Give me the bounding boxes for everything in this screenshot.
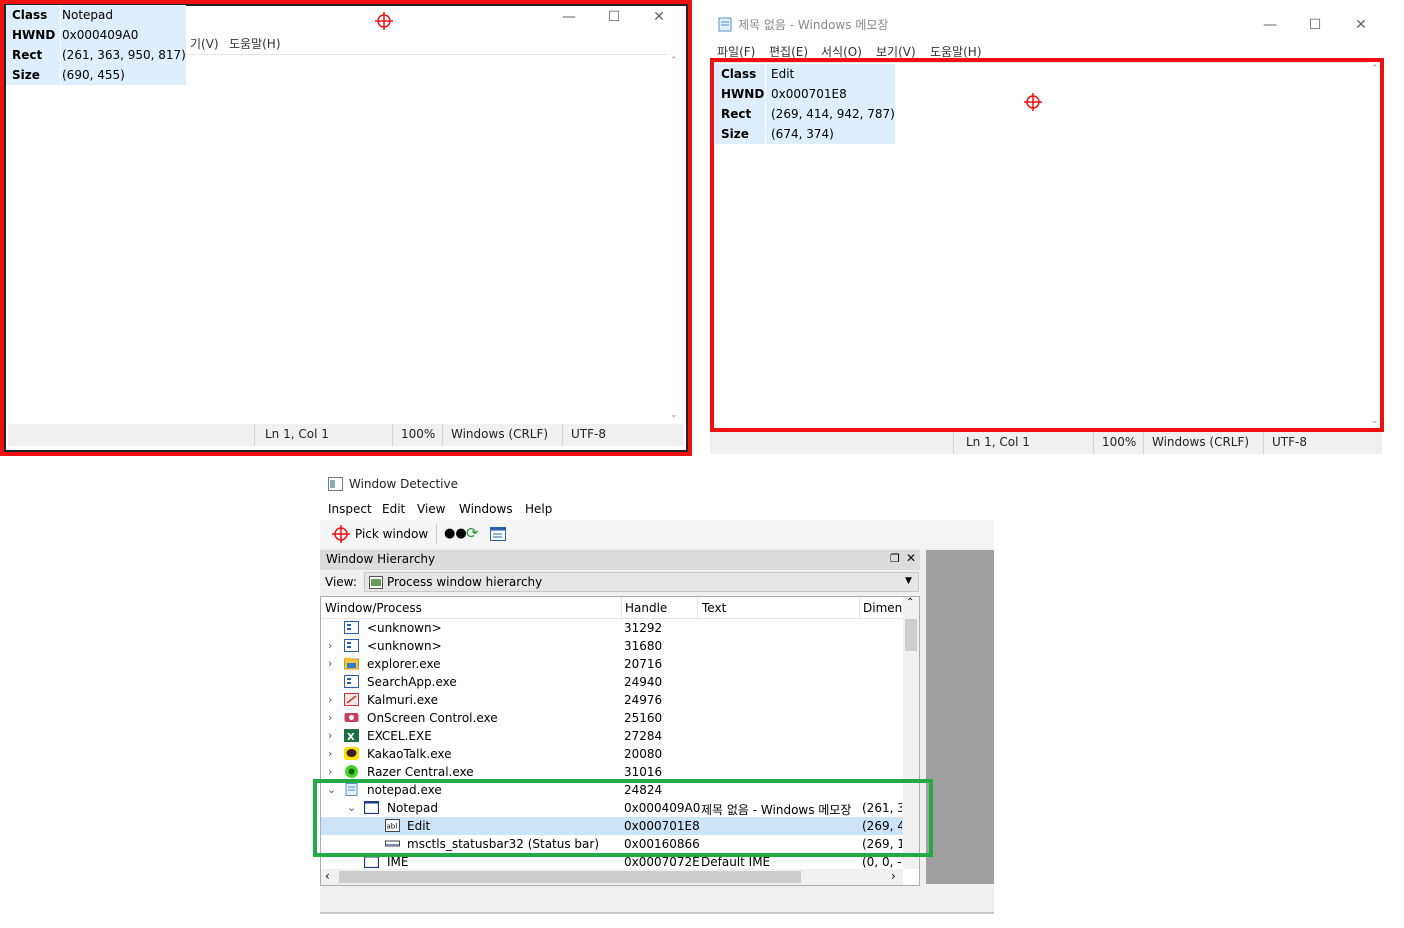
crosshair-icon [332, 525, 350, 543]
maximize-button[interactable]: ☐ [1292, 12, 1338, 38]
properties-icon[interactable] [490, 526, 506, 542]
tree-row[interactable]: SearchApp.exe 24940 [321, 673, 903, 691]
title-bar[interactable]: Window Detective [320, 470, 994, 498]
status-zoom: 100% [1102, 435, 1137, 449]
title-bar[interactable]: 제목 없음 - Windows 메모장 — ☐ ✕ [710, 8, 1386, 40]
window-icon [344, 639, 359, 652]
info-row-rect: Rect (269, 414, 942, 787) [721, 107, 895, 121]
tree-row[interactable]: › explorer.exe 20716 [321, 655, 903, 673]
view-value: Process window hierarchy [387, 575, 543, 589]
excel-icon: X [344, 729, 359, 742]
scroll-up-arrow-icon[interactable]: ⌃ [906, 597, 914, 608]
panel-header: Window Hierarchy ❐ ✕ [320, 550, 920, 570]
col-dimensions[interactable]: Dimens [863, 601, 903, 615]
app-icon [328, 477, 343, 491]
window-title: Window Detective [349, 477, 458, 491]
chevron-right-icon[interactable]: › [328, 657, 338, 670]
scroll-right-arrow-icon[interactable]: › [891, 869, 896, 883]
window-icon [344, 675, 359, 688]
notepad-icon [718, 17, 732, 32]
info-row-class: Class Edit [721, 67, 795, 81]
chevron-right-icon[interactable]: › [328, 747, 338, 760]
kakaotalk-icon [344, 747, 359, 760]
binoculars-icon[interactable]: ●● [444, 526, 467, 542]
tree-header: Window/Process Handle Text Dimens [321, 597, 903, 619]
tree-horizontal-scrollbar[interactable]: ‹ › [321, 869, 903, 885]
crosshair-icon [1024, 93, 1042, 111]
menu-windows[interactable]: Windows [459, 502, 513, 516]
float-panel-icon[interactable]: ❐ [890, 552, 900, 565]
status-bar: Ln 1, Col 1 100% Windows (CRLF) UTF-8 [710, 432, 1382, 454]
chevron-right-icon[interactable]: › [328, 765, 338, 778]
scroll-thumb[interactable] [905, 619, 917, 651]
razer-icon [345, 765, 358, 778]
info-row-hwnd: HWND 0x000701E8 [721, 87, 847, 101]
view-row: View: Process window hierarchy ▼ [320, 570, 920, 594]
tree-row[interactable]: › Kalmuri.exe 24976 [321, 691, 903, 709]
highlight-box-tree-selection [313, 779, 933, 857]
kalmuri-icon [344, 693, 359, 706]
close-panel-icon[interactable]: ✕ [906, 551, 916, 565]
col-handle[interactable]: Handle [625, 601, 667, 615]
menu-view[interactable]: View [417, 502, 445, 516]
window-icon [344, 621, 359, 634]
menu-inspect[interactable]: Inspect [328, 502, 372, 516]
chevron-right-icon[interactable]: › [328, 639, 338, 652]
folder-icon [344, 657, 359, 670]
tree-row[interactable]: › X EXCEL.EXE 27284 [321, 727, 903, 745]
process-icon [369, 576, 383, 589]
view-label: View: [325, 575, 357, 589]
window-title: 제목 없음 - Windows 메모장 [738, 18, 889, 32]
menu-bar: Inspect Edit View Windows Help [320, 498, 994, 520]
pick-window-label: Pick window [355, 527, 429, 541]
status-eol: Windows (CRLF) [1152, 435, 1250, 449]
menu-edit[interactable]: Edit [382, 502, 405, 516]
col-window-process[interactable]: Window/Process [325, 601, 422, 615]
tree-row[interactable]: › <unknown> 31680 [321, 637, 903, 655]
info-row-size: Size (674, 374) [721, 127, 834, 141]
close-button[interactable]: ✕ [1338, 12, 1384, 38]
info-tooltip-edit: Class Edit HWND 0x000701E8 Rect (269, 41… [715, 64, 895, 144]
pick-window-button[interactable]: Pick window [328, 523, 432, 545]
menu-help[interactable]: Help [525, 502, 552, 516]
chevron-right-icon[interactable]: › [328, 693, 338, 706]
scroll-thumb[interactable] [339, 871, 801, 883]
svg-text:X: X [347, 732, 355, 742]
refresh-icon[interactable]: ⟳ [466, 525, 482, 541]
info-row-size: Size (690, 455) [12, 68, 125, 82]
empty-dock-area [926, 550, 994, 884]
tree-row[interactable]: › OnScreen Control.exe 25160 [321, 709, 903, 727]
tree-row[interactable]: › KakaoTalk.exe 20080 [321, 745, 903, 763]
info-row-rect: Rect (261, 363, 950, 817) [12, 48, 186, 62]
chevron-down-icon[interactable]: ▼ [905, 576, 912, 586]
onscreen-control-icon [344, 713, 359, 722]
col-text[interactable]: Text [702, 601, 726, 615]
crosshair-icon [375, 12, 393, 30]
info-row-class: Class Notepad [12, 8, 113, 22]
chevron-right-icon[interactable]: › [328, 711, 338, 724]
scroll-left-arrow-icon[interactable]: ‹ [325, 869, 330, 883]
info-row-hwnd: HWND 0x000409A0 [12, 28, 139, 42]
toolbar: Pick window ●● ⟳ [320, 520, 994, 548]
panel-title: Window Hierarchy [326, 552, 436, 566]
status-position: Ln 1, Col 1 [966, 435, 1030, 449]
view-select[interactable]: Process window hierarchy ▼ [364, 572, 919, 592]
minimize-button[interactable]: — [1247, 12, 1293, 38]
info-tooltip-notepad: Class Notepad HWND 0x000409A0 Rect (261,… [6, 5, 186, 85]
chevron-right-icon[interactable]: › [328, 729, 338, 742]
status-encoding: UTF-8 [1272, 435, 1307, 449]
tree-row[interactable]: <unknown> 31292 [321, 619, 903, 637]
